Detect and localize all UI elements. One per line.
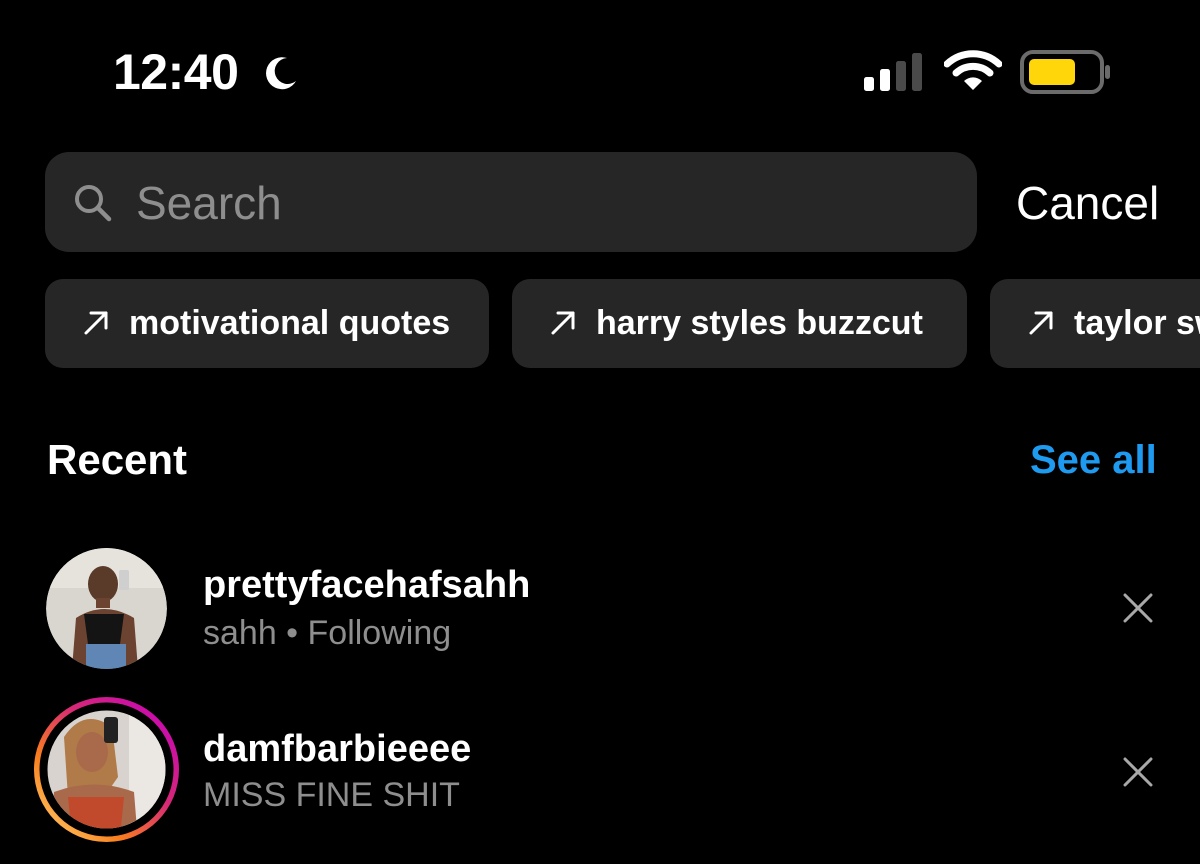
- recent-item-username: prettyfacehafsahh: [203, 564, 531, 606]
- recent-heading: Recent: [47, 436, 188, 483]
- suggestion-chip-label: harry styles buzzcut: [596, 304, 923, 342]
- suggestion-chip-label: taylor sw: [1074, 304, 1200, 342]
- recent-item-username: damfbarbieeee: [203, 728, 472, 770]
- trending-arrow-icon: [84, 311, 108, 335]
- search-icon: [75, 185, 112, 222]
- close-icon[interactable]: [1122, 592, 1154, 624]
- suggestion-chip-harry-styles-buzzcut[interactable]: harry styles buzzcut: [512, 279, 967, 368]
- search-input[interactable]: Search: [45, 152, 977, 252]
- cellular-signal-icon: [864, 53, 922, 91]
- suggestion-chip-motivational-quotes[interactable]: motivational quotes: [45, 279, 489, 368]
- avatar: [46, 548, 167, 669]
- cancel-button[interactable]: Cancel: [1016, 176, 1159, 230]
- wifi-icon: [944, 50, 1002, 90]
- status-bar-time: 12:40: [113, 44, 239, 100]
- recent-item-subtitle: sahh • Following: [203, 614, 452, 652]
- trending-arrow-icon: [551, 311, 575, 335]
- suggestion-chip-taylor-swift[interactable]: taylor sw: [990, 279, 1200, 368]
- recent-item-subtitle: MISS FINE SHIT: [203, 776, 460, 814]
- avatar-story-ring: [34, 697, 179, 842]
- moon-icon: [266, 57, 296, 90]
- close-icon[interactable]: [1122, 756, 1154, 788]
- search-placeholder: Search: [136, 177, 282, 229]
- suggestion-chip-label: motivational quotes: [129, 304, 451, 342]
- see-all-link[interactable]: See all: [1030, 436, 1157, 484]
- battery-icon: [1020, 50, 1110, 94]
- trending-arrow-icon: [1029, 311, 1053, 335]
